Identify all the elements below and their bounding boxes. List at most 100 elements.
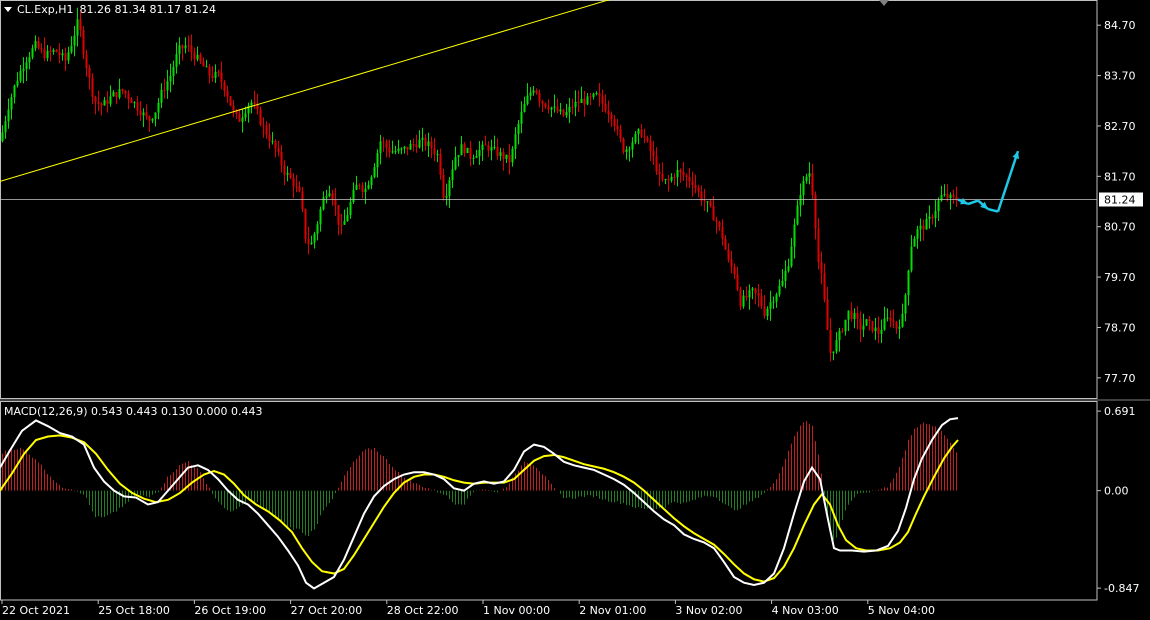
y-tick-label: 78.70 (1104, 321, 1136, 334)
candle-body (856, 313, 859, 319)
candle-body (304, 209, 307, 240)
candle-body (526, 95, 529, 105)
candle-body (916, 229, 919, 239)
candle-body (610, 114, 613, 120)
candle-body (133, 102, 136, 104)
candle-body (67, 52, 70, 61)
candle-body (907, 270, 910, 296)
candle-body (55, 50, 58, 52)
candle-body (70, 45, 73, 53)
candle-body (787, 266, 790, 271)
candle-body (466, 147, 469, 153)
y-tick-label: 84.70 (1104, 19, 1136, 32)
candle-body (445, 195, 448, 198)
candle-body (334, 200, 337, 206)
candle-body (655, 156, 658, 172)
candle-body (499, 152, 502, 156)
forecast-segment (987, 207, 999, 213)
candle-body (523, 104, 526, 112)
y-tick-label: 80.70 (1104, 221, 1136, 234)
candle-body (514, 134, 517, 149)
candle-body (688, 176, 691, 182)
candle-body (559, 109, 562, 112)
candle-body (733, 266, 736, 275)
candle-body (364, 188, 367, 193)
candle-body (403, 146, 406, 149)
candle-body (40, 47, 43, 49)
candle-body (160, 89, 163, 103)
candle-body (94, 96, 97, 102)
candle-body (469, 147, 472, 159)
candle-body (724, 238, 727, 250)
candle-body (301, 191, 304, 210)
price-chart[interactable]: 84.70 83.70 82.70 81.70 80.70 79.70 78.70 77.70… (0, 0, 1150, 620)
candle-body (31, 48, 34, 58)
candle-body (292, 177, 295, 187)
candle-body (778, 285, 781, 295)
candle-body (199, 54, 202, 62)
candle-body (76, 19, 79, 36)
candle-body (550, 107, 553, 110)
candle-body (214, 71, 217, 78)
scroll-marker-icon (879, 0, 889, 6)
candle-body (607, 110, 610, 115)
candle-body (538, 93, 541, 102)
candle-body (520, 111, 523, 124)
candle-body (484, 144, 487, 146)
candle-body (112, 92, 115, 97)
candle-body (811, 173, 814, 195)
candle-body (79, 19, 82, 30)
candle-body (760, 295, 763, 307)
candle-body (613, 119, 616, 127)
forecast-segment (996, 150, 1020, 212)
candle-body (4, 121, 7, 133)
candle-body (460, 144, 463, 156)
candle-body (625, 149, 628, 153)
candle-body (238, 113, 241, 122)
candle-body (640, 129, 643, 137)
candle-body (433, 148, 436, 155)
candle-body (832, 351, 835, 354)
candle-body (892, 320, 895, 322)
candle-body (691, 181, 694, 186)
candle-body (175, 54, 178, 67)
candle-body (457, 155, 460, 158)
candle-body (415, 144, 418, 148)
candle-body (529, 92, 532, 96)
candle-body (37, 40, 40, 48)
candle-body (298, 186, 301, 192)
candle-body (391, 151, 394, 153)
candle-body (1, 132, 4, 142)
candle-body (838, 330, 841, 341)
candle-body (400, 148, 403, 150)
candle-body (703, 200, 706, 202)
candle-body (232, 105, 235, 111)
candle-body (472, 157, 475, 159)
candle-body (604, 103, 607, 111)
candle-body (202, 61, 205, 67)
candle-body (580, 98, 583, 103)
candle-body (592, 93, 595, 97)
candle-body (118, 89, 121, 98)
candle-body (826, 299, 829, 330)
candle-body (781, 280, 784, 286)
candle-body (865, 319, 868, 326)
candle-body (694, 185, 697, 188)
candle-body (784, 270, 787, 281)
candle-body (577, 101, 580, 103)
candle-body (757, 293, 760, 296)
candle-body (631, 142, 634, 150)
candle-body (43, 48, 46, 59)
candle-body (850, 310, 853, 319)
x-tick-label: 28 Oct 22:00 (387, 604, 459, 617)
candle-body (181, 45, 184, 49)
candle-body (163, 89, 166, 91)
candle-body (355, 184, 358, 190)
candle-body (808, 173, 811, 177)
candle-body (7, 109, 10, 122)
candle-body (628, 149, 631, 151)
candle-body (169, 75, 172, 82)
candle-body (451, 169, 454, 181)
candle-body (151, 118, 154, 121)
candle-body (775, 294, 778, 302)
